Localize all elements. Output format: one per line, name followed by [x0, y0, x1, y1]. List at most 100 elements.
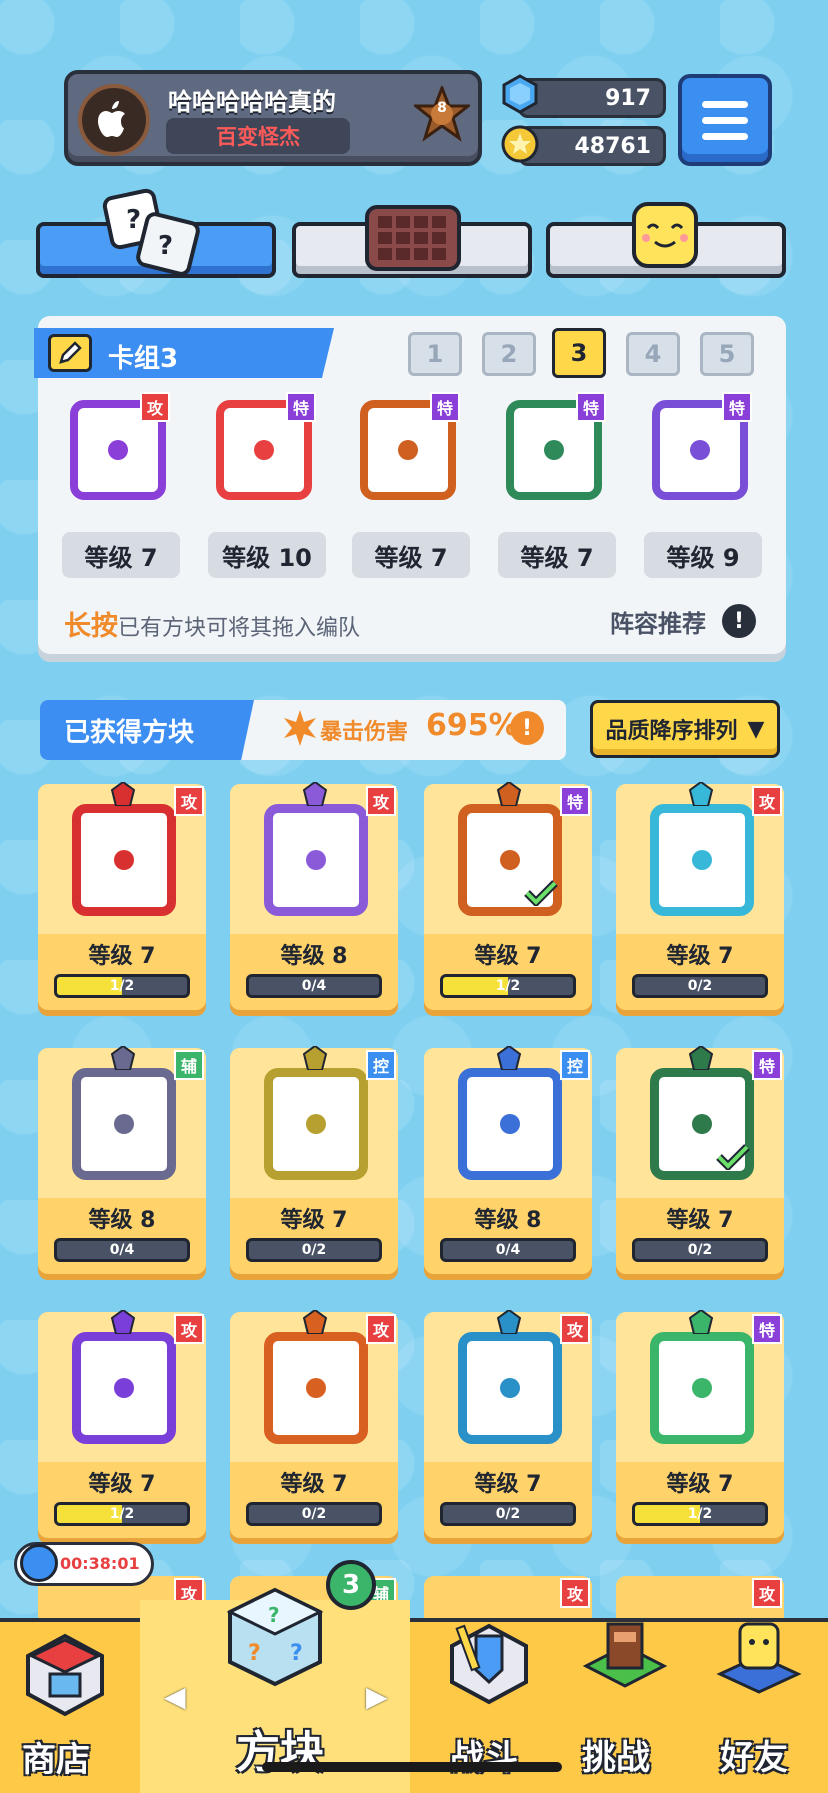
block-core-icon: [114, 1114, 134, 1134]
svg-text:?: ?: [290, 1641, 303, 1666]
block-card[interactable]: 攻等级 7 0/2: [230, 1310, 398, 1538]
deck-card[interactable]: 特: [204, 392, 324, 508]
home-indicator: [262, 1762, 562, 1772]
nav-challenge-label: 挑战: [582, 1738, 650, 1778]
timer-text: 00:38:01: [60, 1554, 140, 1573]
friends-icon: [716, 1622, 802, 1694]
nav-shop[interactable]: 商店: [0, 1618, 140, 1793]
block-core-icon: [306, 1378, 326, 1398]
deck-card[interactable]: 特: [348, 392, 468, 508]
deck-card[interactable]: 特: [640, 392, 760, 508]
block-level: 等级 8: [88, 1208, 156, 1233]
recommend-button[interactable]: 阵容推荐: [610, 604, 706, 639]
block-card[interactable]: 特等级 7 1/2: [424, 782, 592, 1010]
upgrade-progress-bar: 0/2: [440, 1502, 576, 1526]
progress-text: 0/4: [109, 1242, 135, 1258]
coin-icon: [501, 125, 539, 163]
type-tag: 攻: [174, 786, 204, 816]
rank-star-icon: [414, 86, 470, 142]
blocks-icon: ? ? ?: [226, 1587, 324, 1687]
smiley-block-icon: [632, 202, 698, 268]
upgrade-progress-bar: 0/2: [632, 1238, 768, 1262]
block-frame: [264, 1068, 368, 1180]
rank-number: 8: [437, 100, 447, 116]
deck-tab-2[interactable]: 2: [482, 332, 536, 376]
dragon-crest-icon: [302, 1310, 328, 1334]
block-level: 等级 7: [666, 1208, 734, 1233]
dragon-crest-icon: [688, 1046, 714, 1070]
block-core-icon: [690, 440, 710, 460]
block-level: 等级 7: [280, 1472, 348, 1497]
upgrade-progress-bar: 1/2: [632, 1502, 768, 1526]
type-tag: 特: [430, 392, 460, 422]
nav-challenge[interactable]: 挑战: [560, 1600, 694, 1793]
block-level: 等级 7: [88, 944, 156, 969]
block-card[interactable]: 攻等级 7 0/2: [424, 1310, 592, 1538]
deck-card[interactable]: 攻: [58, 392, 178, 508]
menu-line: [702, 132, 748, 140]
upgrade-progress-bar: 1/2: [54, 1502, 190, 1526]
block-card[interactable]: 控等级 8 0/4: [424, 1046, 592, 1274]
coin-counter: 48761: [518, 126, 666, 166]
deck-tab-5[interactable]: 5: [700, 332, 754, 376]
nav-left-arrow[interactable]: ◀: [164, 1680, 186, 1713]
sort-button[interactable]: 品质降序排列 ▼: [590, 700, 780, 758]
battle-icon: [450, 1623, 528, 1705]
block-card[interactable]: 辅等级 8 0/4: [38, 1046, 206, 1274]
block-card[interactable]: 攻等级 8 0/4: [230, 782, 398, 1010]
deck-tab-4[interactable]: 4: [626, 332, 680, 376]
deck-card-level: 等级 10: [208, 532, 326, 578]
type-tag: 特: [722, 392, 752, 422]
block-core-icon: [692, 850, 712, 870]
dragon-crest-icon: [110, 782, 136, 806]
menu-button[interactable]: [678, 74, 772, 166]
checkmark-icon: [524, 880, 558, 906]
block-level: 等级 8: [474, 1208, 542, 1233]
block-frame: [72, 804, 176, 916]
block-card[interactable]: 特等级 7 1/2: [616, 1310, 784, 1538]
nav-friends[interactable]: 好友: [694, 1600, 828, 1793]
edit-deck-button[interactable]: [48, 334, 92, 372]
block-card[interactable]: 攻等级 7 1/2: [38, 1310, 206, 1538]
block-core-icon: [500, 850, 520, 870]
progress-text: 0/2: [301, 1242, 327, 1258]
challenge-icon: [582, 1622, 668, 1688]
block-card[interactable]: 特等级 7 0/2: [616, 1046, 784, 1274]
block-core-icon: [544, 440, 564, 460]
type-tag: 特: [752, 1314, 782, 1344]
svg-text:?: ?: [158, 231, 173, 261]
block-core-icon: [500, 1378, 520, 1398]
deck-card[interactable]: 特: [494, 392, 614, 508]
block-core-icon: [114, 1378, 134, 1398]
upgrade-progress-bar: 0/2: [246, 1238, 382, 1262]
dragon-crest-icon: [302, 782, 328, 806]
block-card[interactable]: 攻等级 7 0/2: [616, 782, 784, 1010]
deck-card-level: 等级 9: [644, 532, 762, 578]
block-level: 等级 8: [280, 944, 348, 969]
dragon-crest-icon: [688, 782, 714, 806]
gem-counter: 917: [518, 78, 666, 118]
block-frame: [650, 804, 754, 916]
pencil-icon: [59, 341, 82, 364]
shop-icon: [26, 1633, 104, 1717]
upgrade-progress-bar: 1/2: [54, 974, 190, 998]
dragon-crest-icon: [110, 1310, 136, 1334]
block-frame: [650, 1332, 754, 1444]
menu-line: [702, 116, 748, 124]
block-card[interactable]: 攻等级 7 1/2: [38, 782, 206, 1010]
block-core-icon: [692, 1114, 712, 1134]
exclamation-icon[interactable]: !: [510, 711, 544, 745]
blocks-badge: 3: [326, 1560, 376, 1610]
exclamation-icon[interactable]: !: [722, 604, 756, 638]
deck-tab-3[interactable]: 3: [552, 328, 606, 378]
block-level: 等级 7: [88, 1472, 156, 1497]
block-frame: [72, 1068, 176, 1180]
avatar[interactable]: [78, 84, 150, 156]
block-core-icon: [254, 440, 274, 460]
block-card[interactable]: 控等级 7 0/2: [230, 1046, 398, 1274]
nav-right-arrow[interactable]: ▶: [366, 1680, 388, 1713]
profile-panel[interactable]: 哈哈哈哈哈真的 百变怪杰 8: [64, 70, 482, 166]
block-frame: [72, 1332, 176, 1444]
deck-tab-1[interactable]: 1: [408, 332, 462, 376]
type-tag: 特: [286, 392, 316, 422]
